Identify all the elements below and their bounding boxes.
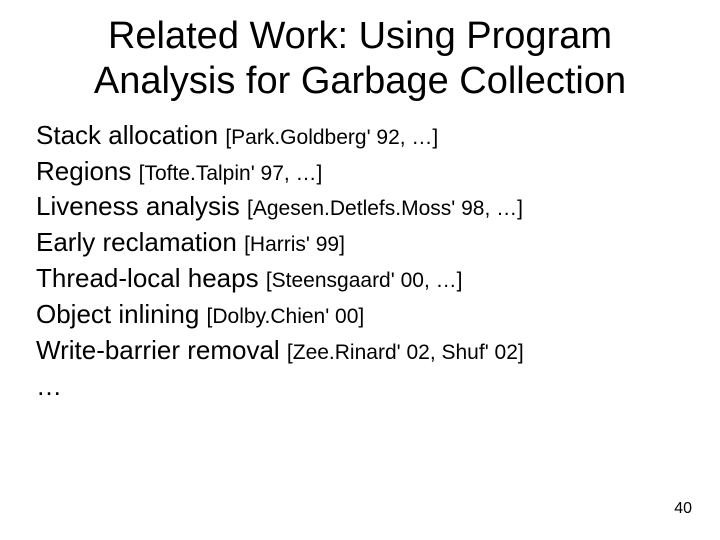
list-item: … xyxy=(36,369,684,405)
page-number: 40 xyxy=(674,500,692,518)
list-item: Thread-local heaps [Steensgaard' 00, …] xyxy=(36,261,684,297)
item-ref: [Agesen.Detlefs.Moss' 98, …] xyxy=(247,197,523,220)
slide: Related Work: Using Program Analysis for… xyxy=(0,0,720,540)
item-ref: [Steensgaard' 00, …] xyxy=(266,269,463,292)
item-ref: [Park.Goldberg' 92, …] xyxy=(225,126,438,149)
item-topic: … xyxy=(36,371,62,401)
title-line-2: Analysis for Garbage Collection xyxy=(94,60,626,102)
item-ref: [Tofte.Talpin' 97, …] xyxy=(139,162,323,185)
item-topic: Object inlining xyxy=(36,299,207,329)
item-topic: Liveness analysis xyxy=(36,191,247,221)
item-topic: Regions xyxy=(36,156,139,186)
item-topic: Stack allocation xyxy=(36,120,225,150)
slide-body: Stack allocation [Park.Goldberg' 92, …] … xyxy=(0,112,720,405)
list-item: Stack allocation [Park.Goldberg' 92, …] xyxy=(36,118,684,154)
title-line-1: Related Work: Using Program xyxy=(108,15,612,57)
item-ref: [Harris' 99] xyxy=(244,233,345,256)
list-item: Liveness analysis [Agesen.Detlefs.Moss' … xyxy=(36,189,684,225)
list-item: Early reclamation [Harris' 99] xyxy=(36,225,684,261)
item-topic: Write-barrier removal xyxy=(36,335,287,365)
list-item: Regions [Tofte.Talpin' 97, …] xyxy=(36,154,684,190)
item-topic: Thread-local heaps xyxy=(36,263,266,293)
list-item: Write-barrier removal [Zee.Rinard' 02, S… xyxy=(36,333,684,369)
item-topic: Early reclamation xyxy=(36,227,244,257)
item-ref: [Zee.Rinard' 02, Shuf' 02] xyxy=(287,341,524,364)
slide-title: Related Work: Using Program Analysis for… xyxy=(0,0,720,112)
list-item: Object inlining [Dolby.Chien' 00] xyxy=(36,297,684,333)
item-ref: [Dolby.Chien' 00] xyxy=(207,305,365,328)
